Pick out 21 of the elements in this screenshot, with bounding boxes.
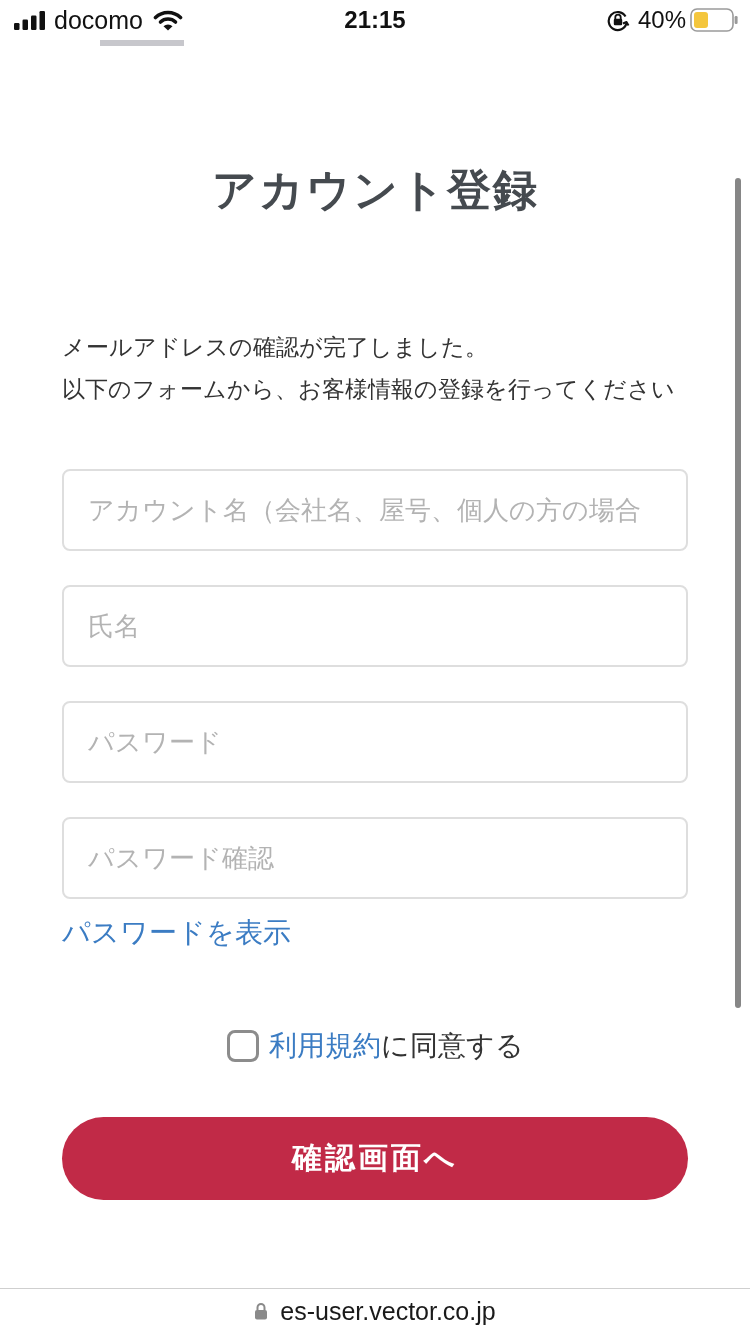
text-input-field[interactable]: 氏名 [62, 585, 688, 667]
checkbox[interactable] [226, 1030, 259, 1062]
text-input-field[interactable]: パスワード [62, 701, 688, 783]
rotation-lock-icon [605, 8, 630, 32]
page-title: アカウント登録 [211, 163, 539, 217]
carrier-name: docomo [54, 5, 143, 35]
battery-icon [690, 8, 738, 32]
show-password-link[interactable]: パスワードを表示 [62, 913, 291, 953]
lock-icon [254, 1301, 269, 1320]
url-text: es-user.vector.co.jp [280, 1295, 496, 1326]
signal-icon [14, 10, 46, 30]
intro-text: 以下のフォームから、お客様情報の登録を行ってください [62, 375, 676, 404]
terms-agreement-text: 利用規約に同意する [268, 1028, 524, 1064]
clock-time: 21:15 [344, 5, 406, 35]
text-input-field[interactable]: アカウント名（会社名、屋号、個人の方の場合 [62, 469, 688, 551]
battery-percentage: 40% [637, 5, 686, 35]
confirm-button[interactable]: 確認画面へ [62, 1117, 688, 1200]
intro-text: メールアドレスの確認が完了しました。 [62, 333, 489, 362]
terms-link[interactable]: 利用規約 [268, 1029, 381, 1062]
wifi-icon [152, 9, 183, 31]
text-input-field[interactable]: パスワード確認 [62, 817, 688, 899]
